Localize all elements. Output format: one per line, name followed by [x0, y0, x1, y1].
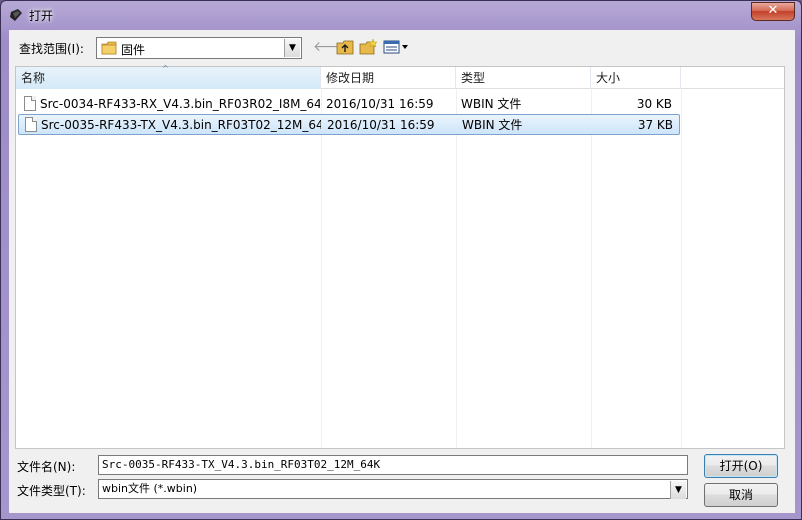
- column-divider: [456, 89, 457, 448]
- filename-label: 文件名(N):: [17, 460, 76, 474]
- file-size: 30 KB: [636, 97, 672, 111]
- chevron-down-icon[interactable]: ▼: [284, 39, 300, 57]
- column-divider: [591, 89, 592, 448]
- file-type: WBIN 文件: [461, 97, 522, 111]
- dialog-body: 查找范围(I): 固件 ▼ 🡐 ^ 名称 修改日期 类型 大小 Src-0034…: [9, 30, 795, 513]
- up-folder-icon[interactable]: [335, 38, 355, 56]
- filetype-value: wbin文件 (*.wbin): [102, 482, 198, 495]
- title-bar[interactable]: 打开 ✕: [1, 1, 801, 29]
- file-size: 37 KB: [637, 118, 673, 132]
- back-arrow-icon[interactable]: 🡐: [313, 38, 351, 56]
- views-menu-icon[interactable]: [382, 38, 412, 56]
- file-name: Src-0034-RF433-RX_V4.3.bin_RF03R02_I8M_6…: [40, 97, 320, 111]
- column-header-name[interactable]: ^ 名称: [16, 64, 321, 89]
- lookin-combo[interactable]: 固件 ▼: [96, 37, 302, 59]
- list-header: ^ 名称 修改日期 类型 大小: [16, 64, 784, 89]
- file-date: 2016/10/31 16:59: [327, 118, 435, 132]
- file-list[interactable]: ^ 名称 修改日期 类型 大小 Src-0034-RF433-RX_V4.3.b…: [15, 64, 785, 449]
- window-title: 打开: [29, 9, 54, 23]
- file-date: 2016/10/31 16:59: [326, 97, 434, 111]
- column-divider: [321, 89, 322, 448]
- folder-icon: [101, 41, 117, 55]
- file-icon: [25, 117, 37, 132]
- new-folder-icon[interactable]: [358, 38, 378, 56]
- open-button[interactable]: 打开(O): [704, 454, 778, 478]
- close-button[interactable]: ✕: [751, 2, 795, 21]
- column-header-date[interactable]: 修改日期: [321, 67, 456, 89]
- lookin-value: 固件: [121, 43, 146, 57]
- cancel-button[interactable]: 取消: [704, 483, 778, 507]
- open-dialog: 打开 ✕ 查找范围(I): 固件 ▼ 🡐 ^ 名称 修改日期 类型 大小 Src…: [0, 0, 802, 520]
- column-divider: [681, 89, 682, 448]
- file-name: Src-0035-RF433-TX_V4.3.bin_RF03T02_12M_6…: [41, 118, 321, 132]
- column-header-size[interactable]: 大小: [591, 67, 681, 89]
- file-row[interactable]: Src-0034-RF433-RX_V4.3.bin_RF03R02_I8M_6…: [18, 94, 680, 114]
- file-type: WBIN 文件: [462, 118, 523, 132]
- chevron-down-icon[interactable]: ▼: [670, 481, 686, 499]
- column-header-type[interactable]: 类型: [456, 67, 591, 89]
- app-icon: [10, 9, 22, 21]
- filetype-select[interactable]: wbin文件 (*.wbin) ▼: [98, 479, 688, 499]
- file-icon: [24, 96, 36, 111]
- filetype-label: 文件类型(T):: [17, 484, 86, 498]
- filename-input[interactable]: Src-0035-RF433-TX_V4.3.bin_RF03T02_12M_6…: [98, 455, 688, 475]
- close-icon: ✕: [767, 3, 779, 18]
- sort-ascending-icon: ^: [162, 64, 169, 73]
- lookin-label: 查找范围(I):: [19, 42, 84, 56]
- file-row[interactable]: Src-0035-RF433-TX_V4.3.bin_RF03T02_12M_6…: [18, 114, 680, 135]
